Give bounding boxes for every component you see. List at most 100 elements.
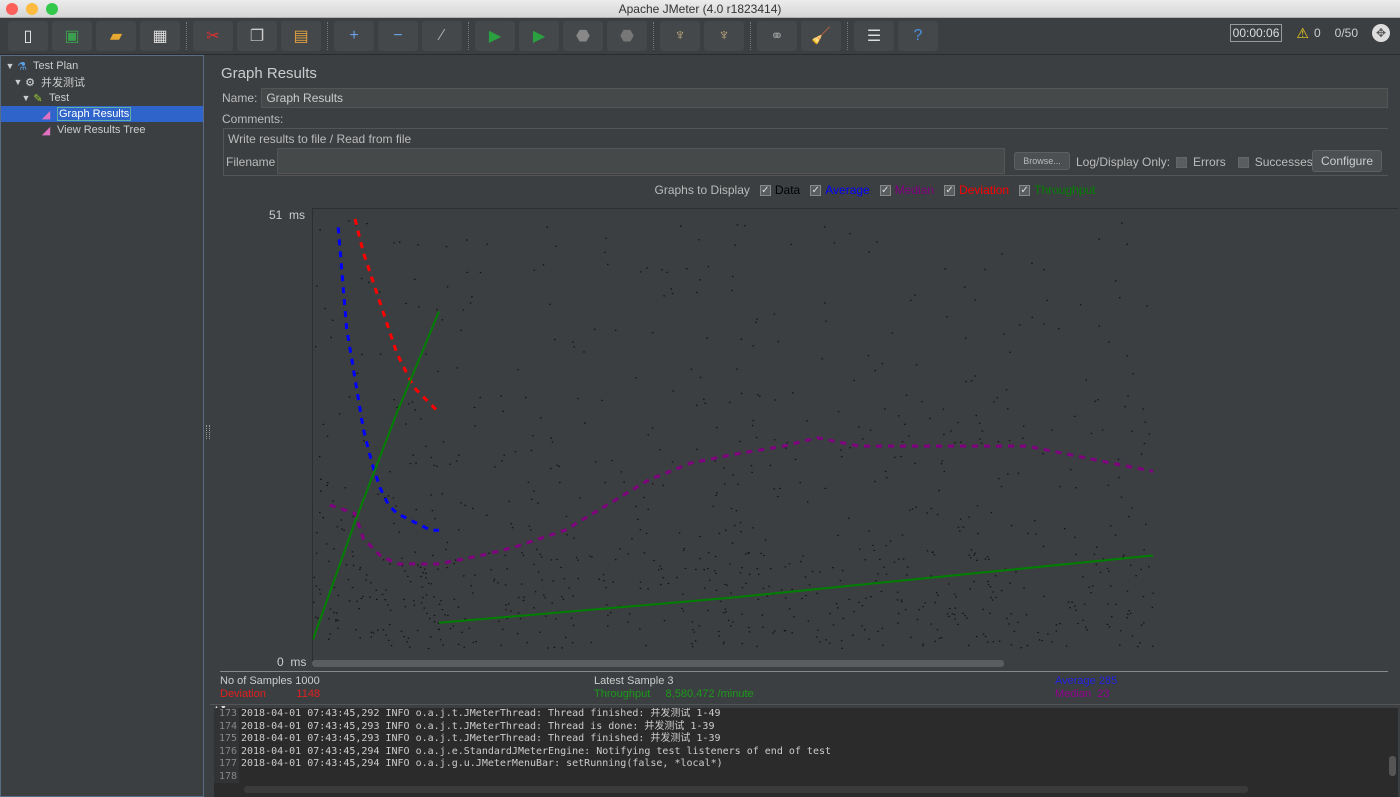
data-point bbox=[1051, 429, 1054, 431]
tree-item[interactable]: ▼ ✎ Test bbox=[1, 90, 203, 106]
data-point bbox=[877, 630, 879, 633]
reset-search-button[interactable]: 🧹 bbox=[801, 21, 841, 51]
toggle-button[interactable]: ⁄ bbox=[422, 21, 462, 51]
data-point bbox=[905, 394, 908, 396]
tree-item[interactable]: ◢ Graph Results bbox=[1, 106, 203, 122]
data-point bbox=[329, 633, 331, 635]
data-point bbox=[976, 505, 979, 507]
stop-button[interactable]: ⬣ bbox=[563, 21, 603, 51]
data-point bbox=[1009, 351, 1012, 353]
data-point bbox=[740, 338, 743, 340]
new-button[interactable]: ▯ bbox=[8, 21, 48, 51]
data-point bbox=[1037, 631, 1039, 634]
data-point bbox=[436, 465, 438, 467]
data-point bbox=[980, 442, 983, 444]
templates-button[interactable]: ▣ bbox=[52, 21, 92, 51]
data-point bbox=[918, 609, 920, 611]
log-horizontal-scrollbar[interactable] bbox=[244, 786, 1248, 793]
start-button[interactable]: ▶ bbox=[475, 21, 515, 51]
data-point bbox=[362, 595, 364, 598]
open-button[interactable]: ▰ bbox=[96, 21, 136, 51]
data-point bbox=[413, 604, 416, 606]
data-point bbox=[752, 345, 754, 347]
configure-button[interactable]: Configure bbox=[1312, 150, 1382, 172]
expand-toggle-icon[interactable]: ▼ bbox=[21, 93, 31, 103]
tree-item[interactable]: ◢ View Results Tree bbox=[1, 122, 203, 138]
data-point bbox=[425, 445, 427, 447]
clear-all-button[interactable]: ♆ bbox=[704, 21, 744, 51]
search-button[interactable]: ⚭ bbox=[757, 21, 797, 51]
log-vertical-scrollbar[interactable] bbox=[1389, 756, 1396, 776]
data-point bbox=[897, 612, 900, 615]
filename-input[interactable] bbox=[277, 148, 1005, 174]
data-point bbox=[1043, 269, 1045, 271]
tree-node-icon: ◢ bbox=[41, 108, 51, 121]
errors-checkbox[interactable] bbox=[1176, 156, 1188, 168]
expand-toggle-icon[interactable]: ▼ bbox=[5, 61, 15, 71]
function-helper-button[interactable]: ☰ bbox=[854, 21, 894, 51]
data-point bbox=[1108, 626, 1111, 628]
data-point bbox=[784, 566, 787, 568]
graph-toggle-average-checkbox[interactable]: ✓ bbox=[810, 184, 822, 196]
data-point bbox=[440, 600, 442, 602]
data-point bbox=[430, 583, 433, 585]
data-point bbox=[1051, 641, 1053, 643]
remote-engines-icon[interactable]: ✥ bbox=[1372, 24, 1390, 42]
clear-button[interactable]: ♆ bbox=[660, 21, 700, 51]
data-point bbox=[414, 278, 416, 280]
data-point bbox=[833, 242, 836, 244]
graph-toggle-data-checkbox[interactable]: ✓ bbox=[759, 184, 771, 196]
y-axis-min-label: 0 ms bbox=[277, 655, 307, 669]
graph-horizontal-scrollbar[interactable] bbox=[312, 660, 1004, 667]
data-point bbox=[392, 497, 395, 499]
expand-toggle-icon[interactable]: ▼ bbox=[13, 77, 23, 87]
help-button[interactable]: ? bbox=[898, 21, 938, 51]
data-point bbox=[722, 643, 725, 645]
data-point bbox=[1148, 566, 1150, 568]
start-no-pause-button[interactable]: ▶ bbox=[519, 21, 559, 51]
data-point bbox=[704, 402, 706, 404]
data-point bbox=[344, 487, 346, 489]
data-point bbox=[936, 514, 939, 516]
name-input[interactable] bbox=[261, 88, 1388, 108]
browse-button[interactable]: Browse... bbox=[1014, 152, 1070, 170]
graph-toggle-throughput-checkbox[interactable]: ✓ bbox=[1019, 184, 1031, 196]
save-button[interactable]: ▦ bbox=[140, 21, 180, 51]
log-panel[interactable]: 173 2018-04-01 07:43:45,292 INFO o.a.j.t.… bbox=[214, 708, 1398, 797]
data-point bbox=[658, 569, 660, 571]
shutdown-button[interactable]: ⬣ bbox=[607, 21, 647, 51]
toolbar-separator bbox=[327, 22, 328, 50]
data-point bbox=[1046, 299, 1048, 301]
data-point bbox=[603, 580, 605, 582]
data-point bbox=[723, 612, 725, 614]
data-point bbox=[463, 646, 465, 648]
cut-button[interactable]: ✂ bbox=[193, 21, 233, 51]
data-point bbox=[1088, 586, 1090, 588]
data-point bbox=[1010, 644, 1013, 646]
data-point bbox=[541, 579, 543, 581]
successes-checkbox[interactable] bbox=[1237, 156, 1249, 168]
graph-toggle-median-checkbox[interactable]: ✓ bbox=[879, 184, 891, 196]
data-point bbox=[614, 559, 617, 561]
maximize-window-button[interactable] bbox=[46, 3, 58, 15]
tree-item[interactable]: ▼ ⚙ 并发测试 bbox=[1, 74, 203, 90]
collapse-button[interactable]: − bbox=[378, 21, 418, 51]
close-window-button[interactable] bbox=[6, 3, 18, 15]
tree-item-label: Graph Results bbox=[57, 107, 132, 121]
data-point bbox=[526, 642, 528, 644]
data-point bbox=[365, 579, 367, 581]
data-point bbox=[748, 573, 751, 576]
minimize-window-button[interactable] bbox=[26, 3, 38, 15]
expand-button[interactable]: + bbox=[334, 21, 374, 51]
warning-indicator[interactable]: ⚠ 0 bbox=[1296, 25, 1320, 42]
paste-button[interactable]: ▤ bbox=[281, 21, 321, 51]
data-point bbox=[360, 277, 363, 280]
data-point bbox=[835, 603, 838, 605]
graph-toggle-deviation-checkbox[interactable]: ✓ bbox=[944, 184, 956, 196]
data-point bbox=[393, 399, 396, 401]
data-point bbox=[901, 534, 904, 536]
copy-button[interactable]: ❐ bbox=[237, 21, 277, 51]
data-point bbox=[540, 556, 543, 558]
tree-item[interactable]: ▼ ⚗ Test Plan bbox=[1, 58, 203, 74]
data-point bbox=[1131, 635, 1134, 637]
